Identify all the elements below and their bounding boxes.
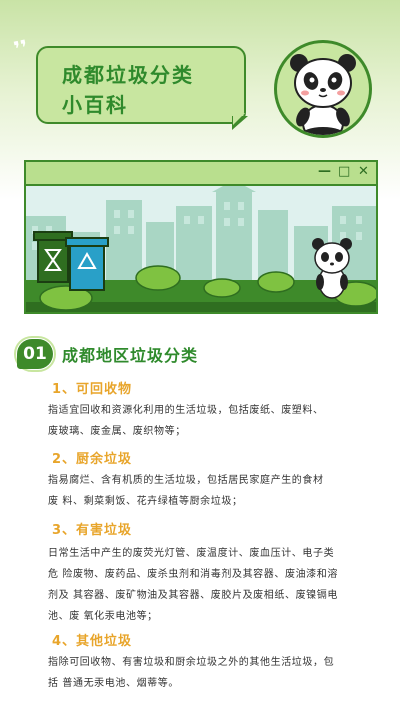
desc-line: 日常生活中产生的废荧光灯管、废温度计、废血压计、电子类 (48, 548, 335, 559)
category-title-hazardous: 3、有害垃圾 (52, 523, 133, 538)
category-title-other: 4、其他垃圾 (52, 634, 133, 649)
category-desc-kitchen: 指易腐烂、含有机质的生活垃圾，包括居民家庭产生的食材 废 料、剩菜剩饭、花卉绿植… (48, 470, 368, 512)
desc-line: 指易腐烂、含有机质的生活垃圾，包括居民家庭产生的食材 (48, 475, 324, 486)
category-desc-hazardous: 日常生活中产生的废荧光灯管、废温度计、废血压计、电子类 危 险废物、废药品、废杀… (48, 543, 368, 627)
panda-avatar (274, 40, 372, 138)
bubble-tail-fill (233, 113, 245, 125)
blue-bin (65, 237, 109, 291)
category-desc-recyclable: 指适宜回收和资源化利用的生活垃圾，包括废纸、废塑料、 废玻璃、废金属、废织物等； (48, 400, 368, 442)
desc-line: 指适宜回收和资源化利用的生活垃圾，包括废纸、废塑料、 (48, 405, 324, 416)
panda-icon (290, 54, 356, 135)
section-title: 成都地区垃圾分类 (62, 346, 199, 365)
desc-line: 池、废 氧化汞电池等； (48, 611, 158, 622)
city-scene-illustration (26, 180, 376, 312)
page-title-line1: 成都垃圾分类 (62, 63, 194, 87)
page-title-line2: 小百科 (62, 93, 128, 117)
title-bubble: 成都垃圾分类 小百科 (36, 46, 246, 124)
section-number-badge: 01 (17, 339, 53, 369)
decorative-quote-marks: ❜❜ (11, 34, 31, 62)
desc-line: 危 险废物、废药品、废杀虫剂和消毒剂及其容器、废油漆和溶 (48, 569, 338, 580)
maximize-icon: □ (338, 164, 351, 179)
desc-line: 括 普通无汞电池、烟蒂等。 (48, 678, 179, 689)
window-titlebar: — □ ✕ (26, 162, 376, 186)
category-title-recyclable: 1、可回收物 (52, 382, 133, 397)
desc-line: 废玻璃、废金属、废织物等； (48, 426, 186, 437)
city-scene (26, 180, 376, 312)
desc-line: 剂及 其容器、废矿物油及其容器、废胶片及废相纸、废镍镉电 (48, 590, 338, 601)
category-title-kitchen: 2、厨余垃圾 (52, 452, 133, 467)
desc-line: 指除可回收物、有害垃圾和厨余垃圾之外的其他生活垃圾，包 (48, 657, 335, 668)
minimize-icon: — (318, 164, 331, 179)
desc-line: 废 料、剩菜剩饭、花卉绿植等厨余垃圾； (48, 496, 243, 507)
close-icon: ✕ (358, 164, 369, 179)
category-desc-other: 指除可回收物、有害垃圾和厨余垃圾之外的其他生活垃圾，包 括 普通无汞电池、烟蒂等… (48, 652, 368, 694)
illustration-window: — □ ✕ (24, 160, 378, 314)
